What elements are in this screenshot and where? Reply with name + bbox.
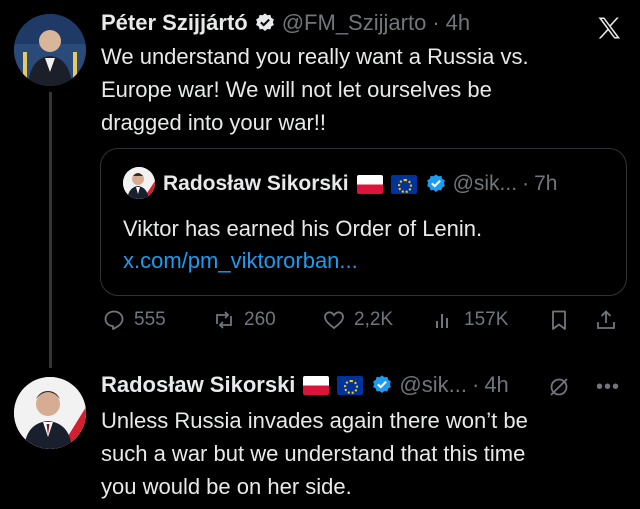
author-handle[interactable]: @FM_Szijjarto — [282, 10, 427, 36]
x-logo-icon[interactable] — [595, 14, 623, 42]
tweet-text: We understand you really want a Russia v… — [101, 40, 529, 139]
views-button[interactable]: 157K — [432, 308, 508, 332]
tweet-text-line: such a war but we understand that this t… — [101, 441, 526, 466]
quoted-author-avatar[interactable] — [123, 167, 155, 199]
tweet-text-line: Europe war! We will not let ourselves be — [101, 77, 492, 102]
verified-badge-icon — [373, 375, 392, 393]
repost-icon — [216, 311, 232, 329]
reply-tweet-header: Radosław Sikorski @sik... · 4h — [101, 372, 509, 398]
quoted-tweet-header: Radosław Sikorski @sik... · 7h — [163, 172, 557, 196]
more-options-icon[interactable]: ••• — [596, 376, 620, 399]
like-button[interactable]: 2,2K — [322, 308, 393, 332]
thread-connector — [49, 92, 52, 368]
share-icon — [597, 310, 615, 329]
views-count: 157K — [464, 309, 509, 330]
bookmark-icon — [552, 310, 566, 330]
author-name[interactable]: Péter Szijjártó — [101, 10, 248, 36]
tweet-header: Péter Szijjártó @FM_Szijjarto · 4h — [101, 10, 470, 36]
share-button[interactable] — [594, 308, 618, 332]
reply-icon — [104, 310, 124, 330]
quoted-author-name[interactable]: Radosław Sikorski — [163, 172, 349, 196]
reply-author-handle[interactable]: @sik... — [399, 372, 467, 398]
repost-count: 260 — [244, 309, 276, 330]
views-chart-icon — [436, 314, 448, 328]
verified-badge-icon — [255, 13, 274, 31]
tweet-text-line: We understand you really want a Russia v… — [101, 44, 529, 69]
heart-icon — [324, 311, 344, 330]
reply-tweet-text: Unless Russia invades again there won’t … — [101, 404, 528, 503]
reply-author-name[interactable]: Radosław Sikorski — [101, 372, 295, 398]
reply-tweet-time[interactable]: 4h — [484, 372, 508, 398]
quoted-author-handle[interactable]: @sik... — [453, 172, 518, 196]
poland-flag-icon — [356, 174, 383, 194]
separator-dot: · — [471, 372, 480, 397]
repost-button[interactable]: 260 — [212, 308, 276, 332]
verified-badge-icon — [426, 174, 445, 192]
separator-dot: · — [432, 10, 440, 35]
tweet-action-bar: 555 260 2,2K 157K — [100, 308, 625, 338]
tweet-time[interactable]: 4h — [446, 10, 470, 36]
author-avatar[interactable] — [14, 14, 86, 86]
quoted-tweet-card[interactable]: Radosław Sikorski @sik... · 7h Viktor ha… — [100, 148, 627, 296]
tweet-text-line: you would be on her side. — [101, 474, 352, 499]
poland-flag-icon — [303, 375, 330, 395]
eu-flag-icon — [337, 375, 364, 395]
eu-flag-icon — [390, 174, 417, 194]
like-count: 2,2K — [354, 309, 394, 330]
separator-dot: · — [522, 172, 530, 195]
quoted-tweet-time[interactable]: 7h — [534, 172, 557, 196]
tweet-text-line: Unless Russia invades again there won’t … — [101, 408, 528, 433]
reply-button[interactable]: 555 — [102, 308, 166, 332]
tweet-text-line: dragged into your war!! — [101, 110, 327, 135]
bookmark-button[interactable] — [547, 308, 571, 332]
grok-icon[interactable] — [547, 375, 571, 399]
quoted-tweet-text: Viktor has earned his Order of Lenin. — [123, 216, 483, 241]
reply-author-avatar[interactable] — [14, 377, 86, 449]
reply-count: 555 — [134, 309, 166, 330]
quoted-tweet-link[interactable]: x.com/pm_viktororban... — [123, 245, 358, 277]
